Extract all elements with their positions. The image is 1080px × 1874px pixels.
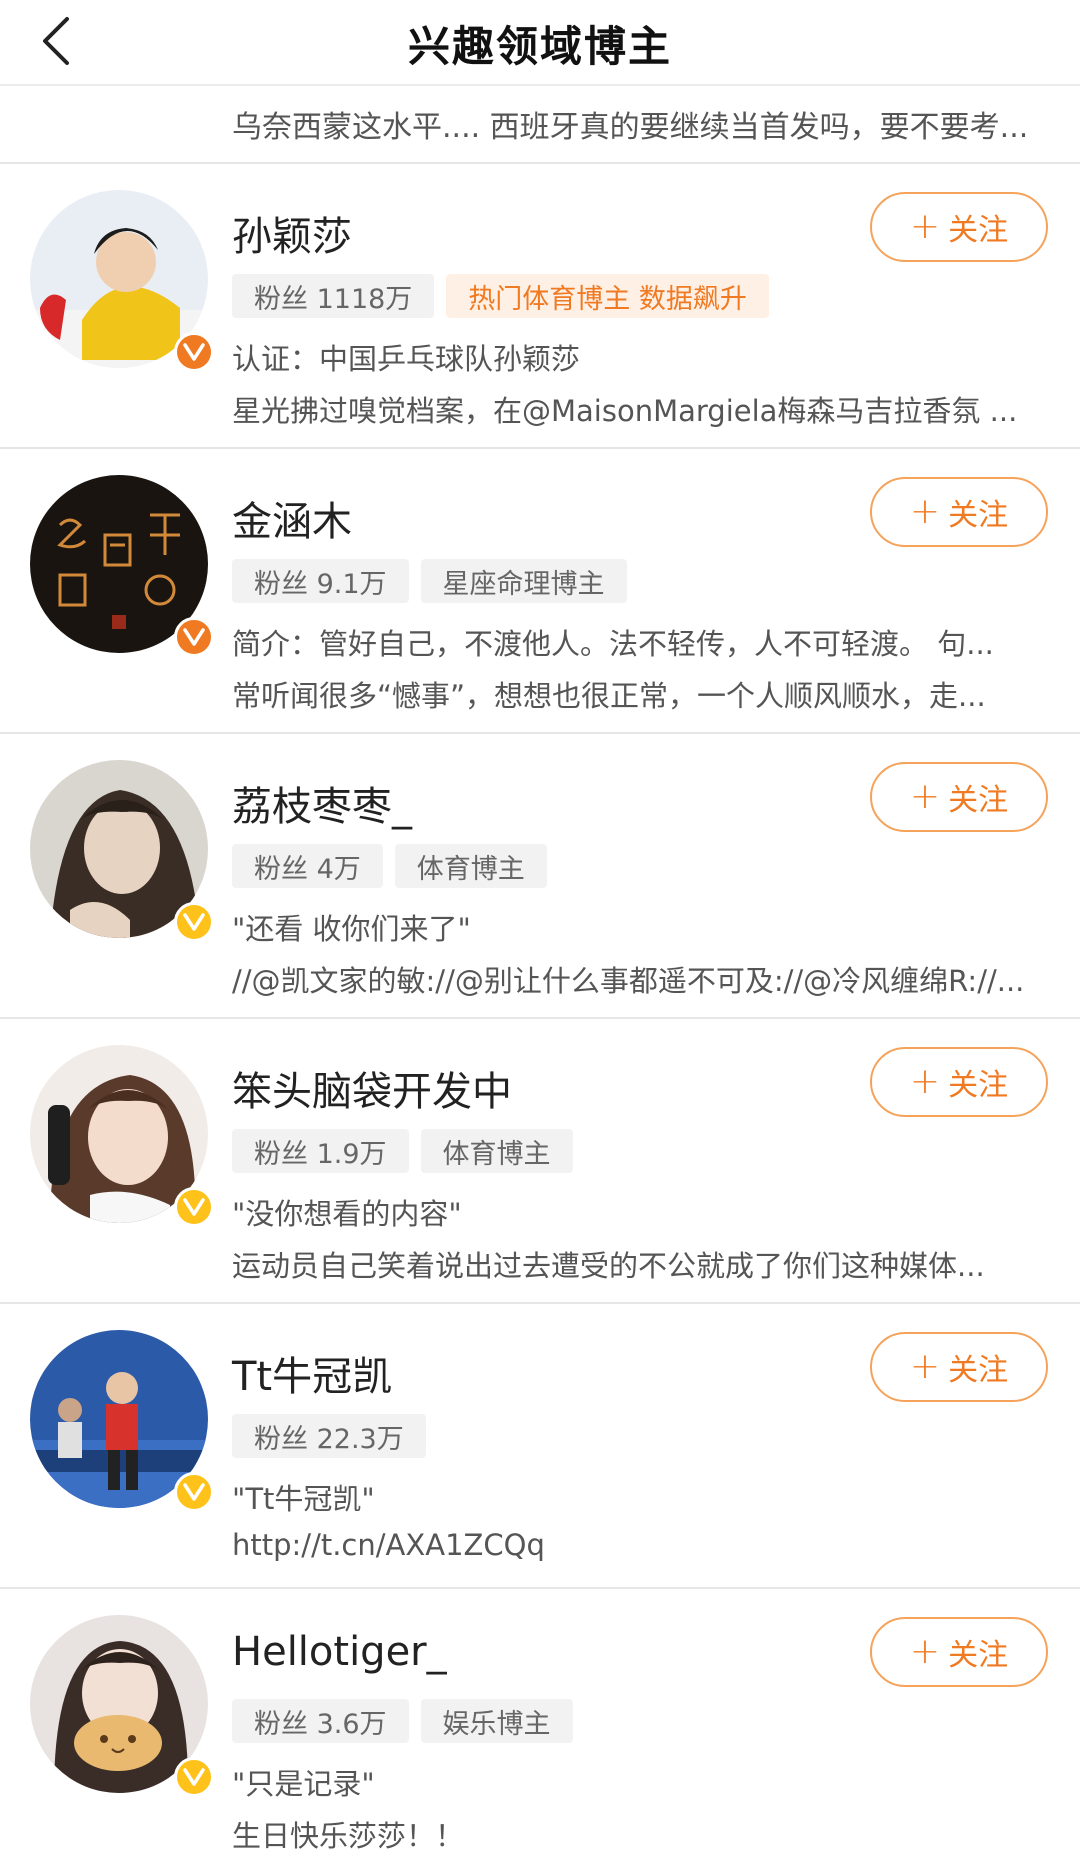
avatar[interactable] (30, 475, 214, 657)
list-item[interactable]: 荔枝枣枣_ 粉丝 4万 体育博主 "还看 收你们来了" //@凯文家的敏://@… (0, 734, 1080, 1019)
hot-blogger-tag: 热门体育博主 数据飙升 (446, 274, 769, 318)
tag-list: 粉丝 1.9万 体育博主 (232, 1129, 573, 1173)
latest-post-snippet[interactable]: 生日快乐莎莎！！ (232, 1813, 1044, 1855)
follow-button[interactable]: + 关注 (870, 1617, 1048, 1687)
plus-icon: + (909, 1346, 941, 1387)
follow-button[interactable]: + 关注 (870, 192, 1048, 262)
plus-icon: + (909, 1631, 941, 1672)
tag-list: 粉丝 22.3万 (232, 1414, 426, 1458)
avatar[interactable] (30, 1330, 214, 1512)
follow-label: 关注 (948, 783, 1009, 818)
category-tag: 星座命理博主 (420, 559, 627, 603)
avatar[interactable] (30, 1045, 214, 1227)
fans-count: 粉丝 1118万 (232, 274, 435, 318)
verified-badge-icon (174, 1757, 214, 1797)
category-tag: 体育博主 (394, 844, 547, 888)
page-title: 兴趣领域博主 (407, 21, 672, 71)
follow-label: 关注 (948, 1068, 1009, 1103)
fans-count: 粉丝 9.1万 (232, 559, 409, 603)
user-name[interactable]: 笨头脑袋开发中 (232, 1059, 512, 1117)
verified-badge-icon (174, 332, 214, 372)
user-bio: "没你想看的内容" (232, 1197, 462, 1231)
verified-badge-icon (174, 1187, 214, 1227)
user-verification: 认证：中国乒乓球队孙颖莎 (232, 342, 581, 376)
tag-list: 粉丝 3.6万 娱乐博主 (232, 1699, 573, 1743)
avatar[interactable] (30, 1615, 214, 1797)
follow-label: 关注 (948, 213, 1009, 248)
user-name[interactable]: 荔枝枣枣_ (232, 774, 412, 832)
avatar[interactable] (30, 190, 214, 372)
latest-post-snippet[interactable]: 常听闻很多“憾事”，想想也很正常，一个人顺风顺水，走... (232, 673, 1044, 715)
tag-list: 粉丝 4万 体育博主 (232, 844, 547, 888)
plus-icon: + (909, 1061, 941, 1102)
user-bio: "只是记录" (232, 1767, 375, 1801)
user-bio: 简介：管好自己，不渡他人。法不轻传，人不可轻渡。 句... (232, 627, 994, 661)
list-item[interactable]: 金涵木 粉丝 9.1万 星座命理博主 简介：管好自己，不渡他人。法不轻传，人不可… (0, 449, 1080, 734)
latest-post-snippet[interactable]: 星光拂过嗅觉档案，在@MaisonMargiela梅森马吉拉香氛 ... (232, 388, 1044, 430)
follow-label: 关注 (948, 1353, 1009, 1388)
category-tag: 体育博主 (420, 1129, 573, 1173)
follow-button[interactable]: + 关注 (870, 762, 1048, 832)
tag-list: 粉丝 1118万 热门体育博主 数据飙升 (232, 274, 769, 318)
latest-post-snippet[interactable]: 运动员自己笑着说出过去遭受的不公就成了你们这种媒体... (232, 1243, 1044, 1285)
avatar[interactable] (30, 760, 214, 942)
list-item[interactable]: 孙颖莎 粉丝 1118万 热门体育博主 数据飙升 认证：中国乒乓球队孙颖莎 星光… (0, 164, 1080, 449)
list-item[interactable]: Hellotiger_ 粉丝 3.6万 娱乐博主 "只是记录" 生日快乐莎莎！！… (0, 1589, 1080, 1874)
category-tag: 娱乐博主 (420, 1699, 573, 1743)
list-item[interactable]: 笨头脑袋开发中 粉丝 1.9万 体育博主 "没你想看的内容" 运动员自己笑着说出… (0, 1019, 1080, 1304)
header-bar: 兴趣领域博主 (0, 0, 1080, 86)
user-name[interactable]: 金涵木 (232, 489, 352, 547)
verified-badge-icon (174, 902, 214, 942)
follow-label: 关注 (948, 1638, 1009, 1673)
plus-icon: + (909, 206, 941, 247)
user-name[interactable]: Hellotiger_ (232, 1629, 447, 1675)
list-item[interactable]: Tt牛冠凯 粉丝 22.3万 "Tt牛冠凯" http://t.cn/AXA1Z… (0, 1304, 1080, 1589)
blogger-list: 孙颖莎 粉丝 1118万 热门体育博主 数据飙升 认证：中国乒乓球队孙颖莎 星光… (0, 164, 1080, 1874)
latest-post-snippet[interactable]: //@凯文家的敏://@别让什么事都遥不可及://@冷风缠绵R://... (232, 958, 1044, 1000)
latest-post-snippet[interactable]: http://t.cn/AXA1ZCQq (232, 1528, 1044, 1562)
follow-button[interactable]: + 关注 (870, 477, 1048, 547)
user-bio: "Tt牛冠凯" (232, 1482, 375, 1516)
follow-label: 关注 (948, 498, 1009, 533)
follow-button[interactable]: + 关注 (870, 1332, 1048, 1402)
plus-icon: + (909, 776, 941, 817)
follow-button[interactable]: + 关注 (870, 1047, 1048, 1117)
plus-icon: + (909, 491, 941, 532)
user-bio: "还看 收你们来了" (232, 912, 471, 946)
fans-count: 粉丝 1.9万 (232, 1129, 409, 1173)
user-name[interactable]: 孙颖莎 (232, 204, 352, 262)
fans-count: 粉丝 3.6万 (232, 1699, 409, 1743)
verified-badge-icon (174, 617, 214, 657)
fans-count: 粉丝 22.3万 (232, 1414, 426, 1458)
user-name[interactable]: Tt牛冠凯 (232, 1344, 392, 1402)
verified-badge-icon (174, 1472, 214, 1512)
tag-list: 粉丝 9.1万 星座命理博主 (232, 559, 627, 603)
fans-count: 粉丝 4万 (232, 844, 383, 888)
previous-item-snippet[interactable]: 乌奈西蒙这水平.... 西班牙真的要继续当首发吗，要不要考... (232, 86, 1056, 162)
